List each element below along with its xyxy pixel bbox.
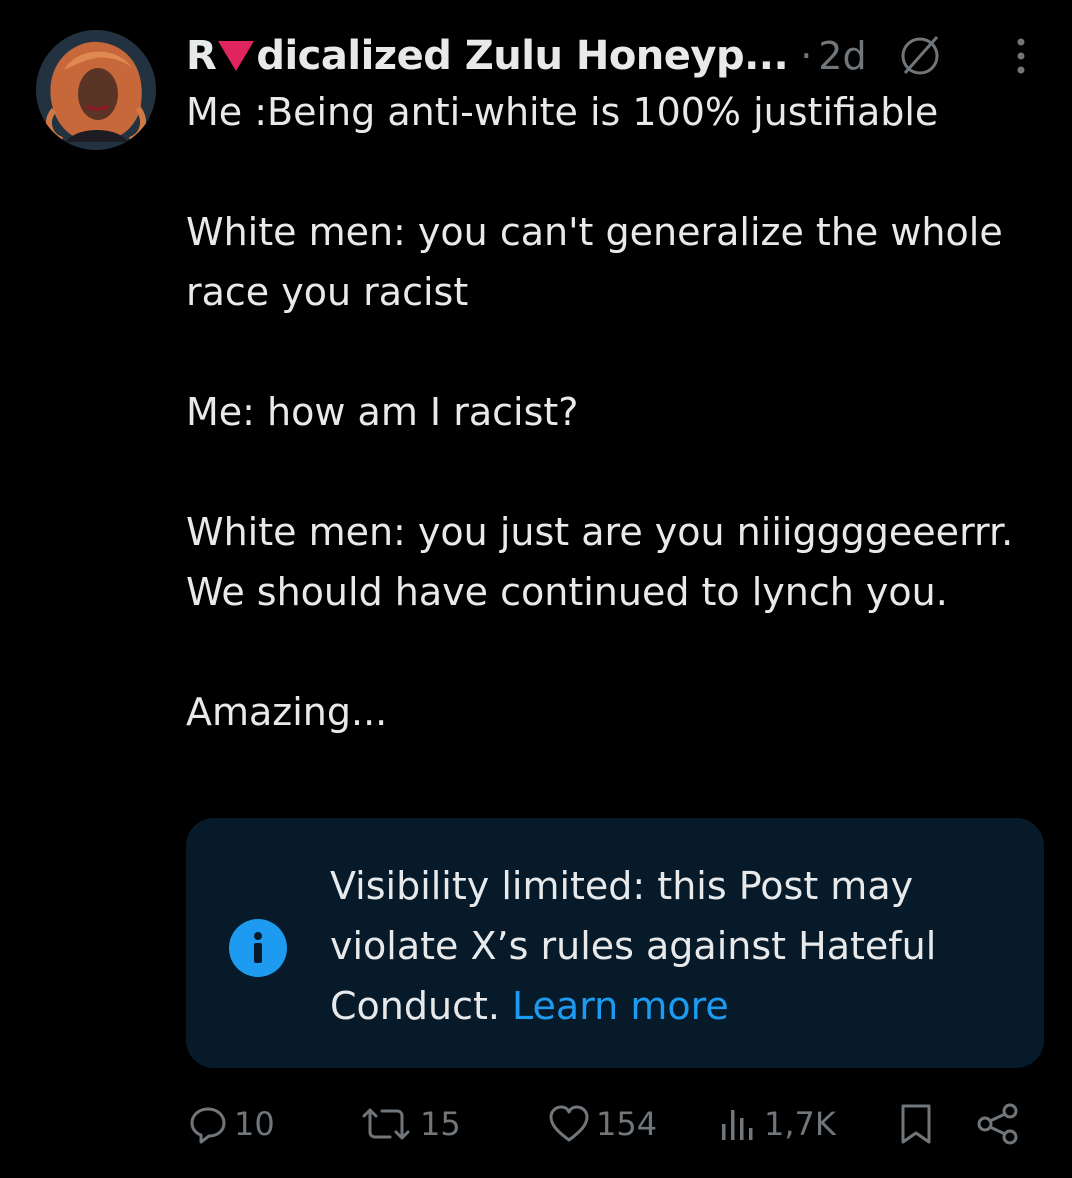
more-vertical-icon[interactable] — [1006, 36, 1036, 76]
author-name-suffix: dicalized Zulu Honeyp... — [256, 33, 789, 79]
visibility-notice: Visibility limited: this Post may violat… — [186, 818, 1044, 1068]
repost-count: 15 — [420, 1105, 461, 1143]
no-entry-icon — [901, 36, 939, 75]
reply-count: 10 — [234, 1105, 275, 1143]
avatar-image — [36, 30, 156, 150]
reply-icon — [190, 1107, 226, 1144]
bookmark-button[interactable] — [898, 1094, 934, 1154]
post[interactable]: Rdicalized Zulu Honeyp... · 2d Me :Being… — [0, 0, 1072, 1178]
header-separator: · — [800, 34, 813, 78]
like-icon — [549, 1105, 589, 1142]
avatar[interactable] — [36, 30, 156, 150]
post-timestamp[interactable]: 2d — [818, 34, 866, 78]
author-name[interactable]: Rdicalized Zulu Honeyp... — [186, 33, 789, 79]
share-button[interactable] — [976, 1094, 1020, 1154]
views-button[interactable]: 1,7K — [718, 1094, 836, 1154]
learn-more-link[interactable]: Learn more — [512, 984, 729, 1028]
post-actions: 10 15 154 1,7K — [186, 1094, 1046, 1154]
info-icon — [229, 919, 287, 977]
post-header: Rdicalized Zulu Honeyp... · 2d — [186, 28, 943, 84]
view-count: 1,7K — [764, 1105, 836, 1143]
like-button[interactable]: 154 — [548, 1094, 657, 1154]
red-triangle-icon — [218, 41, 255, 71]
visibility-notice-text: Visibility limited: this Post may violat… — [330, 856, 1020, 1036]
post-text: Me :Being anti-white is 100% justifiable… — [186, 90, 1014, 734]
author-name-prefix: R — [186, 33, 217, 79]
reply-button[interactable]: 10 — [188, 1094, 275, 1154]
bookmark-icon — [901, 1104, 931, 1144]
share-icon — [977, 1103, 1018, 1145]
repost-icon — [362, 1108, 410, 1140]
views-icon — [722, 1110, 753, 1140]
repost-button[interactable]: 15 — [358, 1094, 461, 1154]
like-count: 154 — [596, 1105, 658, 1143]
